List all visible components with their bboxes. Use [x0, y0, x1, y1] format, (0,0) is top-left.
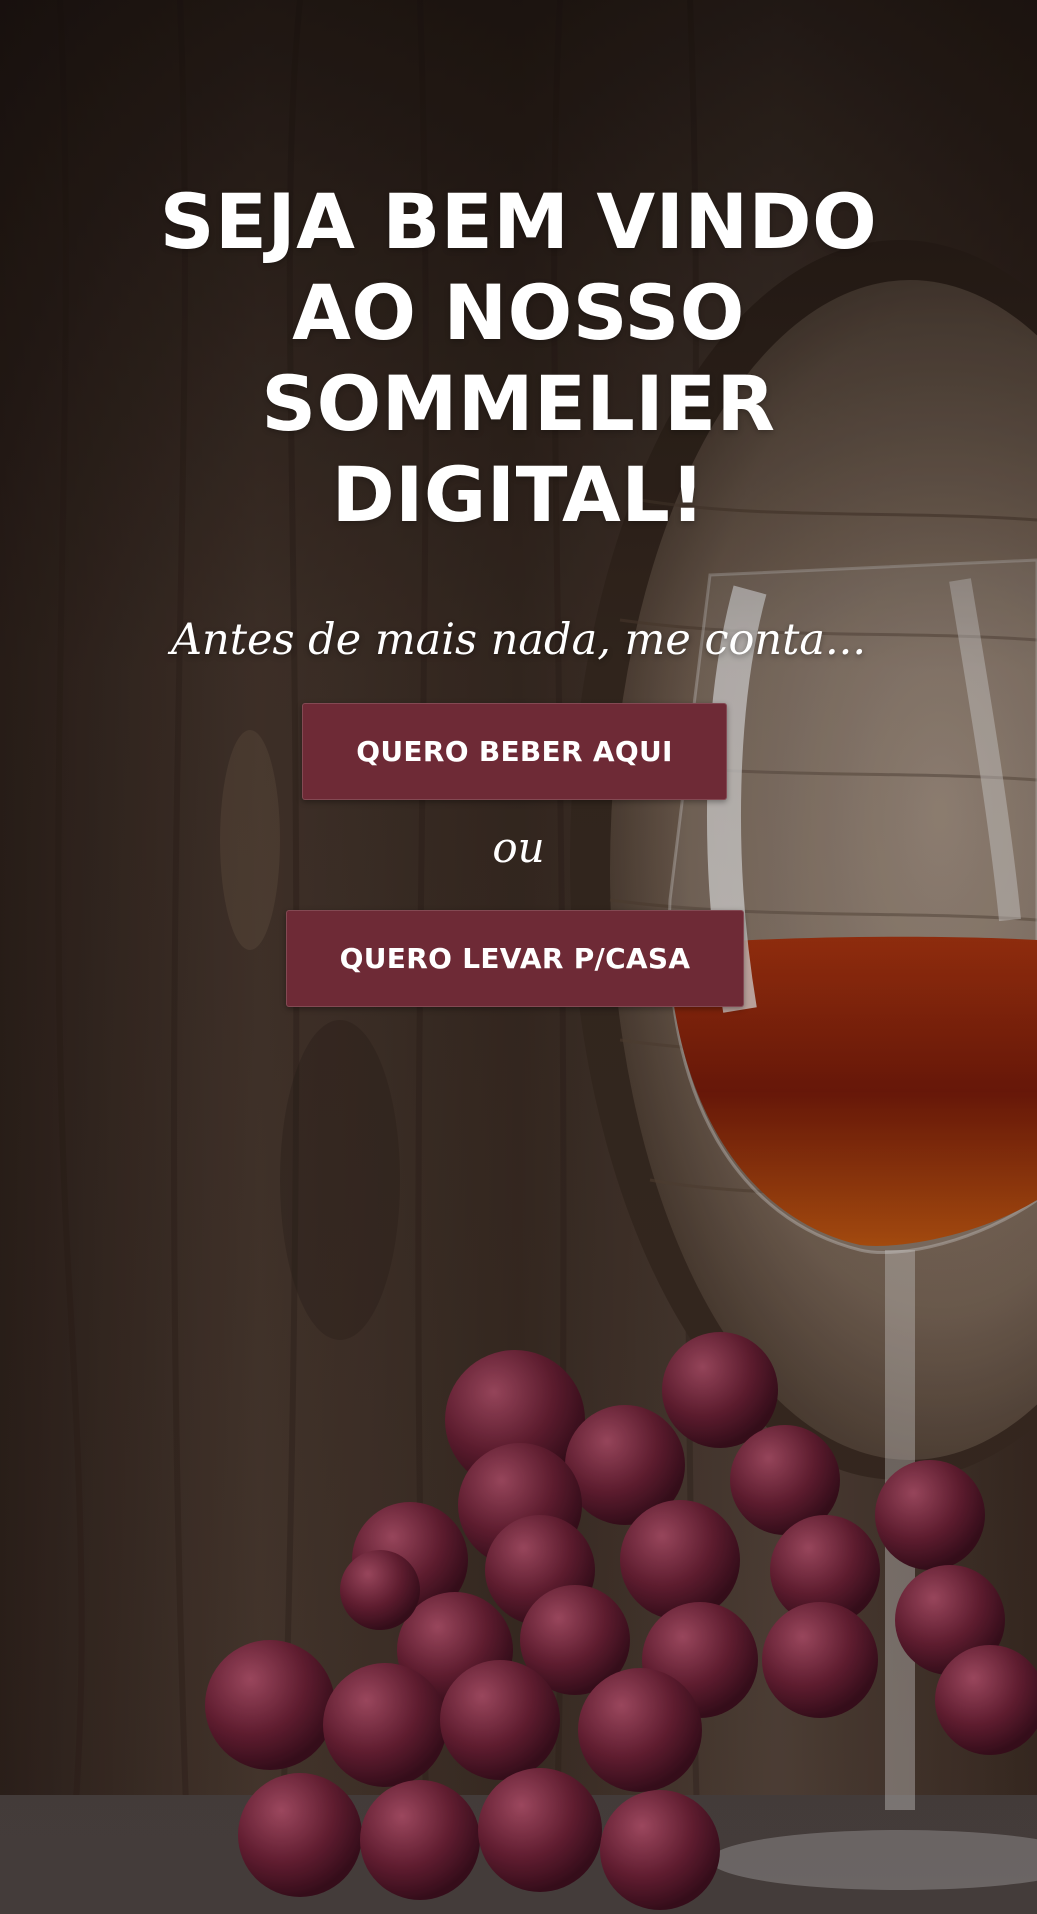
title-line-4: DIGITAL! — [331, 450, 706, 539]
subtitle: Antes de mais nada, me conta... — [170, 615, 867, 665]
or-separator: ou — [492, 823, 545, 872]
page-title: SEJA BEM VINDO AO NOSSO SOMMELIER DIGITA… — [0, 176, 1037, 540]
title-line-3: SOMMELIER — [261, 359, 776, 448]
title-line-2: AO NOSSO — [292, 268, 745, 357]
title-line-1: SEJA BEM VINDO — [159, 177, 878, 266]
drink-here-button[interactable]: QUERO BEBER AQUI — [302, 703, 727, 800]
take-home-button[interactable]: QUERO LEVAR P/CASA — [286, 910, 744, 1007]
hero-section: SEJA BEM VINDO AO NOSSO SOMMELIER DIGITA… — [0, 0, 1037, 1914]
